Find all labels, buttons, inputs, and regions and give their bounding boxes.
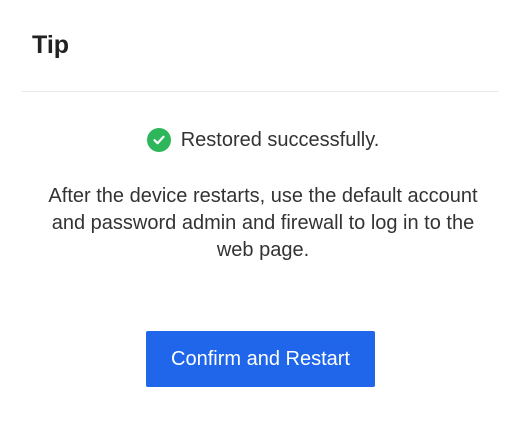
- status-text: Restored successfully.: [180, 129, 380, 151]
- title-divider: [22, 91, 498, 92]
- status-row: Restored successfully.: [0, 126, 526, 154]
- check-circle-icon: [146, 128, 171, 152]
- tip-dialog: Tip Restored successfully. After the dev…: [0, 0, 526, 421]
- dialog-title: Tip: [32, 31, 70, 59]
- confirm-restart-button[interactable]: Confirm and Restart: [146, 331, 375, 387]
- restart-message: After the device restarts, use the defau…: [48, 185, 478, 261]
